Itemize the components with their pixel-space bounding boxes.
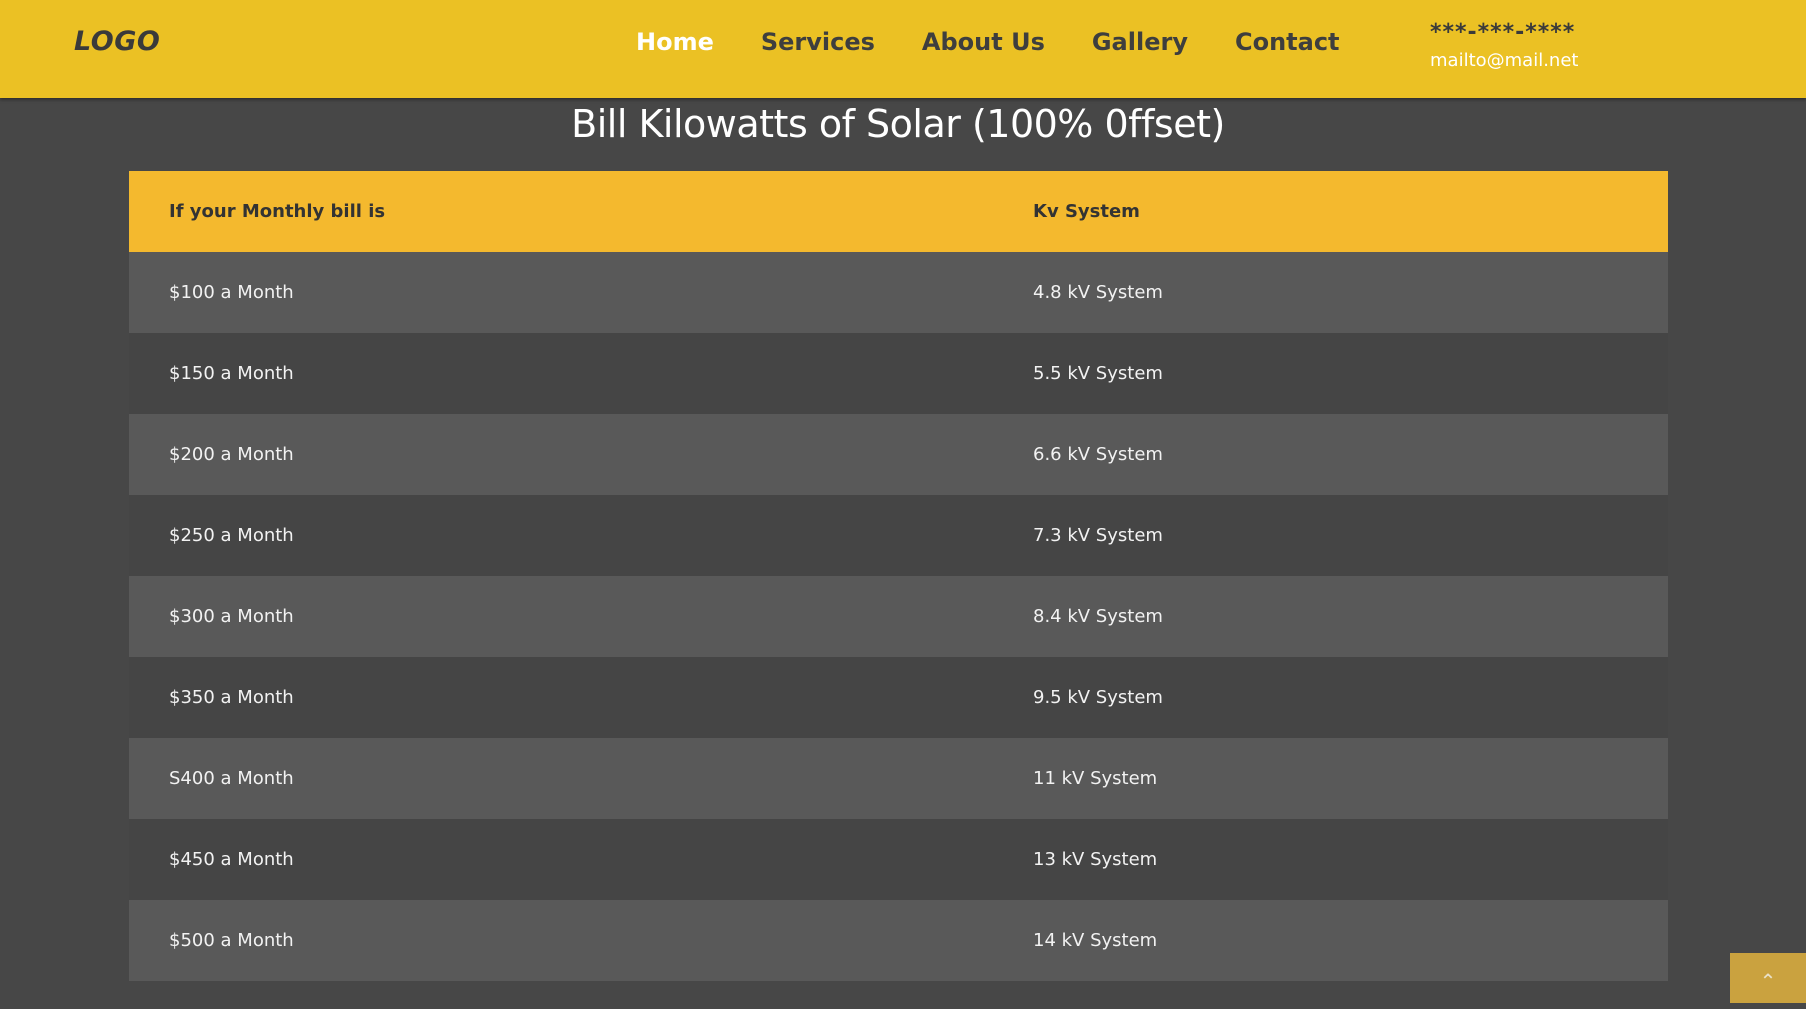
kv-system-cell: 7.3 kV System: [1033, 525, 1163, 546]
table-row: $450 a Month 13 kV System: [129, 819, 1668, 900]
kv-system-cell: 4.8 kV System: [1033, 282, 1163, 303]
nav-item-home[interactable]: Home: [636, 28, 714, 56]
table-row: $100 a Month 4.8 kV System: [129, 252, 1668, 333]
table-header-row: If your Monthly bill is Kv System: [129, 171, 1668, 252]
monthly-bill-cell: S400 a Month: [169, 768, 294, 789]
table-row: $500 a Month 14 kV System: [129, 900, 1668, 981]
kv-system-cell: 14 kV System: [1033, 930, 1158, 951]
monthly-bill-cell: $450 a Month: [169, 849, 294, 870]
monthly-bill-cell: $200 a Month: [169, 444, 294, 465]
phone-number: ***-***-****: [1430, 20, 1576, 45]
site-header: LOGO Home Services About Us Gallery Cont…: [0, 0, 1806, 98]
nav-item-services[interactable]: Services: [761, 28, 875, 56]
table-row: $250 a Month 7.3 kV System: [129, 495, 1668, 576]
kv-system-cell: 13 kV System: [1033, 849, 1158, 870]
table-row: $200 a Month 6.6 kV System: [129, 414, 1668, 495]
page-title: Bill Kilowatts of Solar (100% 0ffset): [571, 102, 1225, 146]
column-header-monthly-bill: If your Monthly bill is: [169, 201, 386, 222]
monthly-bill-cell: $100 a Month: [169, 282, 294, 303]
kv-system-cell: 5.5 kV System: [1033, 363, 1163, 384]
nav-item-gallery[interactable]: Gallery: [1092, 28, 1188, 56]
nav-item-contact[interactable]: Contact: [1235, 28, 1340, 56]
monthly-bill-cell: $150 a Month: [169, 363, 294, 384]
kv-system-cell: 8.4 kV System: [1033, 606, 1163, 627]
email-link[interactable]: mailto@mail.net: [1430, 48, 1578, 74]
kv-system-cell: 9.5 kV System: [1033, 687, 1163, 708]
site-logo[interactable]: LOGO: [74, 26, 160, 57]
kv-system-cell: 6.6 kV System: [1033, 444, 1163, 465]
table-row: $150 a Month 5.5 kV System: [129, 333, 1668, 414]
nav-item-about-us[interactable]: About Us: [922, 28, 1045, 56]
monthly-bill-cell: $500 a Month: [169, 930, 294, 951]
header-contact: ***-***-**** mailto@mail.net: [1430, 20, 1578, 74]
monthly-bill-cell: $350 a Month: [169, 687, 294, 708]
table-row: S400 a Month 11 kV System: [129, 738, 1668, 819]
monthly-bill-cell: $250 a Month: [169, 525, 294, 546]
table-row: $350 a Month 9.5 kV System: [129, 657, 1668, 738]
monthly-bill-cell: $300 a Month: [169, 606, 294, 627]
column-header-kv-system: Kv System: [1033, 201, 1140, 222]
solar-size-table: If your Monthly bill is Kv System $100 a…: [129, 171, 1668, 981]
scroll-to-top-button[interactable]: ⌃: [1730, 953, 1806, 1003]
table-row: $300 a Month 8.4 kV System: [129, 576, 1668, 657]
main-nav: Home Services About Us Gallery Contact: [636, 28, 1387, 56]
chevron-up-icon: ⌃: [1759, 969, 1777, 993]
kv-system-cell: 11 kV System: [1033, 768, 1158, 789]
